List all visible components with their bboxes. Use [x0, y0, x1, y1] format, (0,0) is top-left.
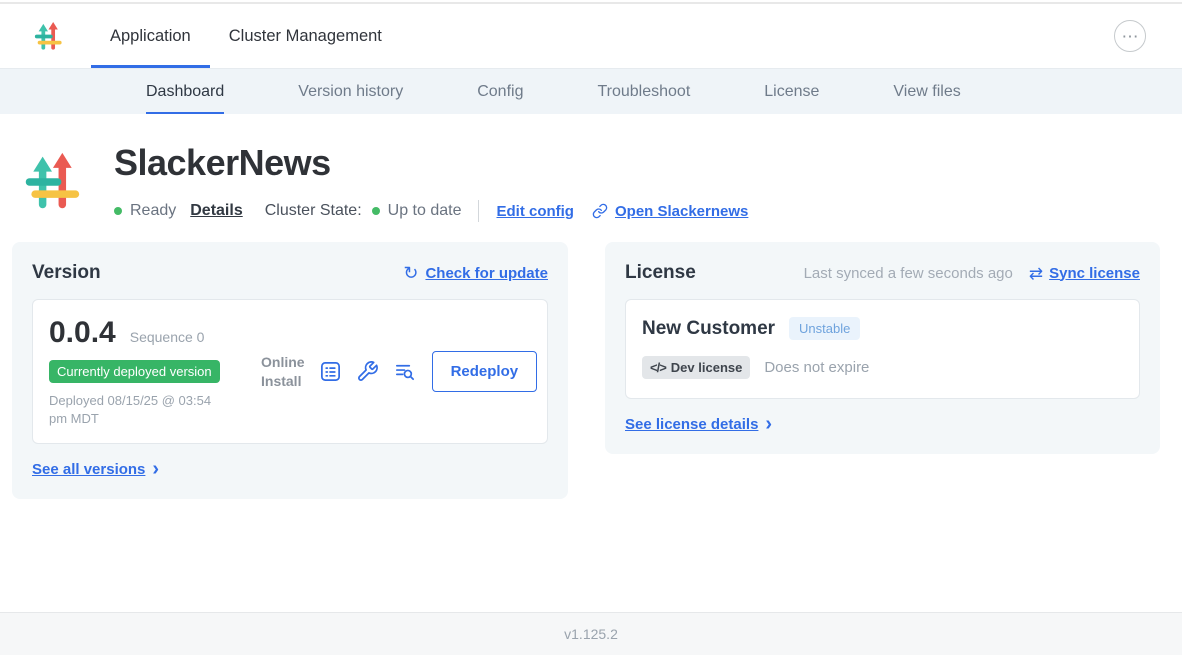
chevron-right-icon: › [152, 460, 159, 478]
view-logs-icon[interactable] [393, 360, 416, 383]
page: Application Cluster Management ⋯ Dashboa… [0, 0, 1182, 655]
sequence-label: Sequence 0 [130, 329, 205, 345]
current-version-panel: 0.0.4 Sequence 0 Currently deployed vers… [32, 299, 548, 444]
page-title: SlackerNews [114, 142, 748, 184]
refresh-icon: ↻ [403, 264, 418, 282]
last-synced-label: Last synced a few seconds ago [804, 265, 1013, 282]
license-card-title: License [625, 262, 696, 284]
version-card-title: Version [32, 262, 101, 284]
deployed-status-badge: Currently deployed version [49, 360, 220, 383]
subtab-view-files[interactable]: View files [893, 69, 960, 114]
license-card: License Last synced a few seconds ago ⇄ … [605, 242, 1160, 454]
code-icon: </> [650, 360, 666, 375]
tab-cluster-management[interactable]: Cluster Management [210, 4, 401, 68]
ready-status-label: Ready [130, 202, 176, 220]
status-details-link[interactable]: Details [190, 202, 242, 220]
license-panel: New Customer Unstable </> Dev license Do… [625, 299, 1140, 399]
redeploy-button[interactable]: Redeploy [432, 351, 538, 392]
edit-config-link[interactable]: Edit config [496, 203, 574, 220]
tab-application[interactable]: Application [91, 4, 210, 68]
version-number: 0.0.4 [49, 316, 116, 350]
subtab-troubleshoot[interactable]: Troubleshoot [597, 69, 690, 114]
console-footer: v1.125.2 [0, 612, 1182, 655]
install-type-label: Online Install [261, 353, 305, 389]
check-for-update-link[interactable]: ↻ Check for update [403, 264, 548, 282]
see-all-versions-link[interactable]: See all versions › [32, 460, 159, 478]
app-hero: SlackerNews Ready Details Cluster State:… [0, 114, 1182, 222]
deployed-timestamp: Deployed 08/15/25 @ 03:54 pm MDT [49, 392, 261, 427]
version-card: Version ↻ Check for update 0.0.4 Sequenc… [12, 242, 568, 499]
open-app-link[interactable]: Open Slackernews [615, 203, 748, 220]
chevron-right-icon: › [765, 415, 772, 433]
dashboard-cards: Version ↻ Check for update 0.0.4 Sequenc… [0, 242, 1182, 499]
status-row: Ready Details Cluster State: Up to date … [114, 200, 748, 222]
app-header: Application Cluster Management ⋯ [0, 4, 1182, 68]
sync-license-link[interactable]: Sync license [1049, 265, 1140, 282]
header-tabs: Application Cluster Management [91, 4, 401, 68]
subtab-version-history[interactable]: Version history [298, 69, 403, 114]
see-license-details-link[interactable]: See license details › [625, 415, 772, 433]
vertical-divider [478, 200, 479, 222]
expiry-label: Does not expire [764, 359, 869, 376]
sync-icon: ⇄ [1029, 265, 1043, 282]
config-wrench-icon[interactable] [356, 360, 379, 383]
subtab-dashboard[interactable]: Dashboard [146, 69, 224, 114]
app-logo-icon [22, 144, 82, 218]
license-type-badge: </> Dev license [642, 356, 750, 379]
cluster-state-label: Cluster State: [265, 202, 362, 220]
more-menu-button[interactable]: ⋯ [1114, 20, 1146, 52]
channel-badge: Unstable [789, 317, 860, 340]
slackernews-logo-icon [33, 17, 63, 55]
cluster-status-dot [372, 207, 380, 215]
cluster-state-value: Up to date [388, 202, 462, 220]
app-subnav: Dashboard Version history Config Trouble… [0, 68, 1182, 114]
subtab-config[interactable]: Config [477, 69, 523, 114]
preflight-checks-icon[interactable] [319, 360, 342, 383]
console-version-label: v1.125.2 [564, 626, 618, 642]
ready-status-dot [114, 207, 122, 215]
ellipsis-icon: ⋯ [1122, 28, 1139, 45]
external-link-icon [592, 203, 608, 219]
customer-name: New Customer [642, 318, 775, 340]
subtab-license[interactable]: License [764, 69, 819, 114]
